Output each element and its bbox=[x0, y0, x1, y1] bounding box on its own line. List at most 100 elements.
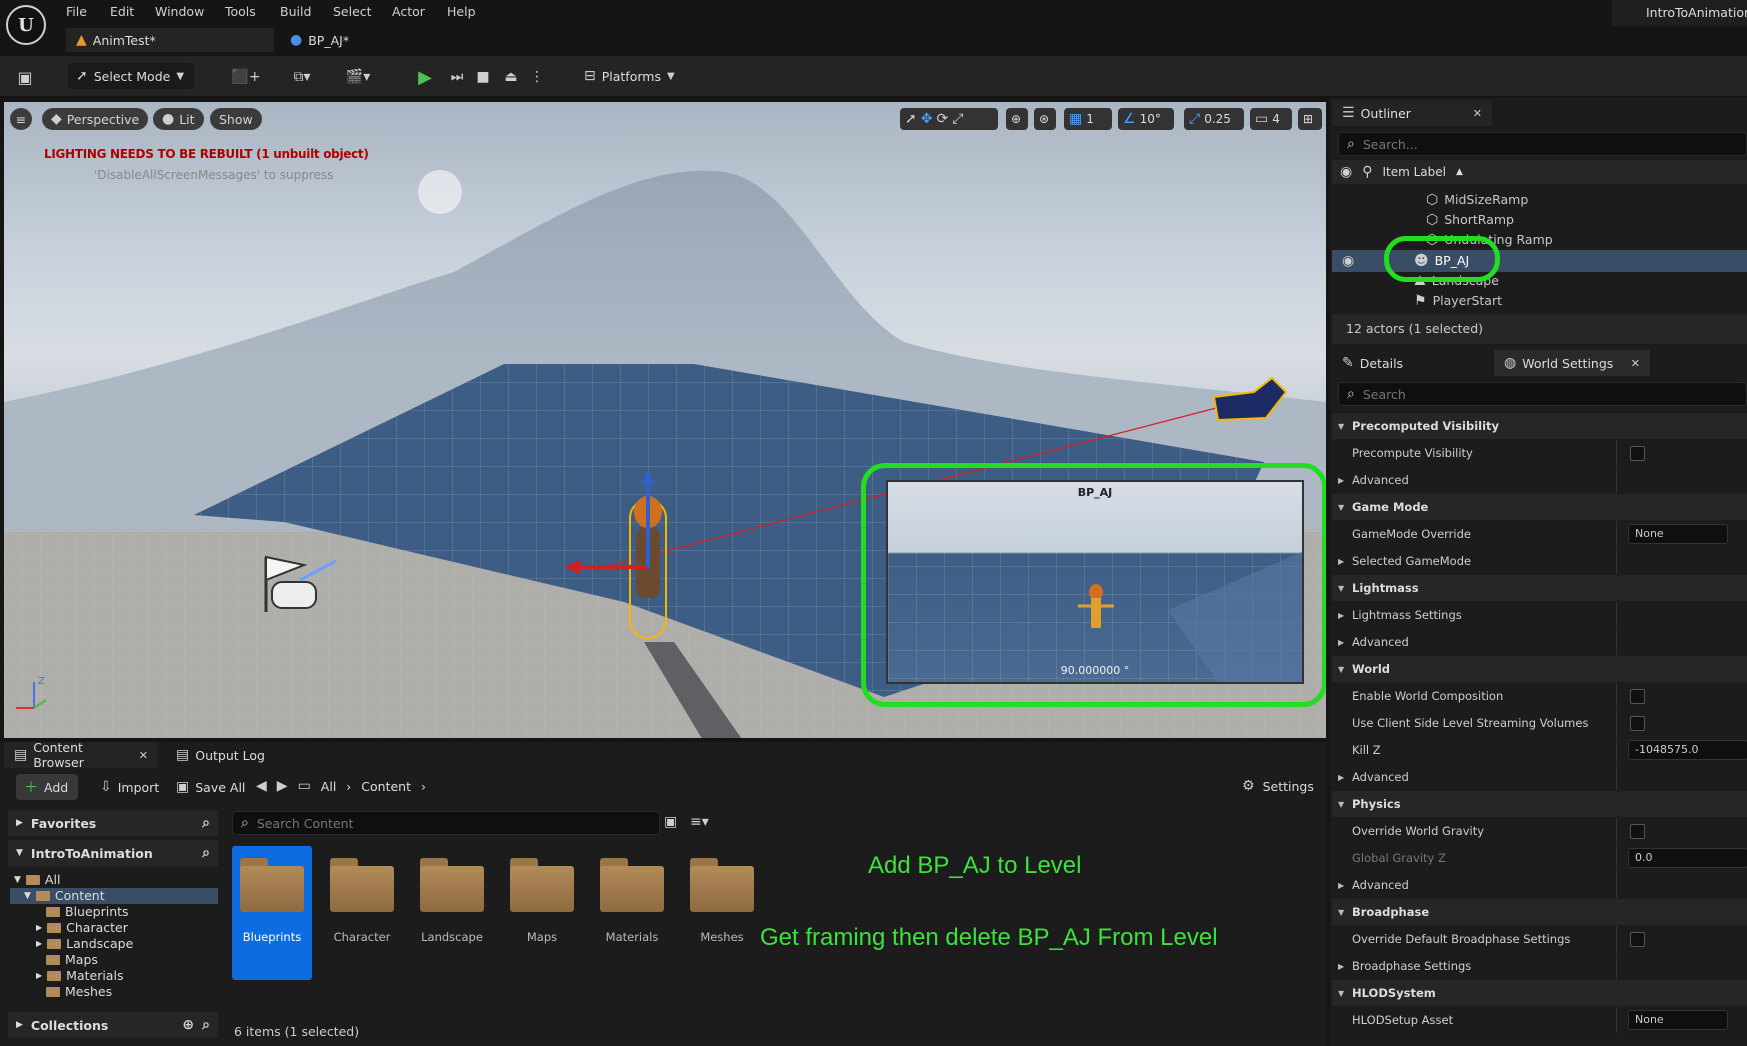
back-icon[interactable]: ◀ bbox=[256, 778, 267, 794]
collections-header[interactable]: ▶ Collections ⊕ ⌕ bbox=[8, 1012, 218, 1038]
list-item[interactable]: ⬡ MidSizeRamp bbox=[1426, 192, 1528, 208]
unreal-logo-icon[interactable]: U bbox=[6, 5, 46, 45]
tab-content-browser[interactable]: ▤ Content Browser ✕ bbox=[4, 740, 158, 770]
save-search-icon[interactable]: ▣ bbox=[664, 814, 677, 830]
tab-bp-aj[interactable]: ● BP_AJ* bbox=[280, 28, 400, 52]
menu-tools[interactable]: Tools bbox=[225, 4, 256, 19]
scale-snap[interactable]: ⤢ 0.25 bbox=[1184, 108, 1244, 130]
content-search[interactable]: ⌕ Search Content bbox=[232, 811, 660, 835]
property-value-field[interactable]: -1048575.0 bbox=[1628, 740, 1747, 760]
details-property-row[interactable]: ▶ Selected GameMode bbox=[1332, 548, 1747, 574]
menu-help[interactable]: Help bbox=[447, 4, 476, 19]
breadcrumb-content[interactable]: Content bbox=[361, 779, 411, 794]
camera-speed[interactable]: ▭ 4 bbox=[1250, 108, 1292, 130]
blueprint-menu-icon[interactable]: ⧉▾ bbox=[282, 66, 322, 88]
details-property-row[interactable]: HLODSetup Asset None bbox=[1332, 1007, 1747, 1033]
details-category[interactable]: ▼ Precomputed Visibility bbox=[1332, 413, 1747, 439]
settings-button[interactable]: ⚙ Settings bbox=[1242, 778, 1314, 794]
details-property-row[interactable]: Override Default Broadphase Settings bbox=[1332, 926, 1747, 952]
details-category[interactable]: ▼ Physics bbox=[1332, 791, 1747, 817]
details-category[interactable]: ▼ Broadphase bbox=[1332, 899, 1747, 925]
world-icon[interactable]: ⊕ bbox=[1006, 108, 1028, 130]
tree-item-all[interactable]: ▼ All bbox=[14, 872, 60, 887]
viewport-menu-icon[interactable]: ≡ bbox=[10, 108, 32, 130]
tab-animtest[interactable]: ▲ AnimTest* bbox=[66, 28, 274, 52]
tree-item-maps[interactable]: Maps bbox=[46, 952, 98, 967]
filter-icon[interactable]: ≡▾ bbox=[690, 814, 709, 830]
play-icon[interactable]: ▶ bbox=[414, 66, 436, 88]
property-checkbox[interactable] bbox=[1630, 824, 1645, 839]
details-property-row[interactable]: ▶ Advanced bbox=[1332, 467, 1747, 493]
close-icon[interactable]: ✕ bbox=[1631, 357, 1640, 370]
folder-materials[interactable] bbox=[597, 858, 667, 912]
level-viewport[interactable]: Z LIGHTING NEEDS TO BE REBUILT (1 unbuil… bbox=[4, 102, 1326, 738]
add-button[interactable]: ＋ Add bbox=[16, 774, 78, 800]
menu-file[interactable]: File bbox=[66, 4, 87, 19]
details-property-row[interactable]: Override World Gravity bbox=[1332, 818, 1747, 844]
property-checkbox[interactable] bbox=[1630, 932, 1645, 947]
forward-icon[interactable]: ▶ bbox=[277, 778, 288, 794]
details-category[interactable]: ▼ HLODSystem bbox=[1332, 980, 1747, 1006]
details-property-row[interactable]: Use Client Side Level Streaming Volumes bbox=[1332, 710, 1747, 736]
details-property-row[interactable]: Precompute Visibility bbox=[1332, 440, 1747, 466]
folder-maps[interactable] bbox=[507, 858, 577, 912]
project-header[interactable]: ▼ IntroToAnimation ⌕ bbox=[8, 840, 218, 866]
step-icon[interactable]: ⏭ bbox=[446, 66, 468, 88]
eject-icon[interactable]: ⏏ bbox=[500, 66, 522, 88]
pin-icon[interactable]: ⚲ bbox=[1362, 164, 1372, 180]
search-icon[interactable]: ⌕ bbox=[202, 815, 210, 831]
search-icon[interactable]: ⌕ bbox=[202, 1017, 210, 1033]
list-item[interactable]: ⚑ PlayerStart bbox=[1414, 293, 1502, 309]
tab-output-log[interactable]: ▤ Output Log bbox=[166, 742, 276, 768]
tab-details[interactable]: ✎ Details bbox=[1332, 350, 1492, 376]
add-actor-icon[interactable]: ⬛+ bbox=[226, 66, 266, 88]
platforms-dropdown[interactable]: ⊟ Platforms ▼ bbox=[576, 63, 680, 89]
eye-icon[interactable]: ◉ bbox=[1340, 164, 1352, 180]
perspective-button[interactable]: ◆ Perspective bbox=[42, 108, 149, 130]
tree-item-landscape[interactable]: ▶ Landscape bbox=[36, 936, 133, 951]
menu-actor[interactable]: Actor bbox=[392, 4, 425, 19]
details-property-row[interactable]: ▶ Broadphase Settings bbox=[1332, 953, 1747, 979]
tree-item-materials[interactable]: ▶ Materials bbox=[36, 968, 123, 983]
property-checkbox[interactable] bbox=[1630, 716, 1645, 731]
outliner-search[interactable]: ⌕ Search... bbox=[1338, 132, 1747, 156]
tab-world-settings[interactable]: ◍ World Settings ✕ bbox=[1494, 350, 1650, 376]
rotation-snap[interactable]: ∠ 10° bbox=[1118, 108, 1174, 130]
more-options-icon[interactable]: ⋮ bbox=[530, 66, 544, 88]
property-checkbox[interactable] bbox=[1630, 446, 1645, 461]
save-icon[interactable]: ▣ bbox=[14, 66, 36, 88]
folder-character[interactable] bbox=[327, 858, 397, 912]
property-checkbox[interactable] bbox=[1630, 689, 1645, 704]
layout-icon[interactable]: ⊞ bbox=[1298, 108, 1322, 130]
select-mode-dropdown[interactable]: ➚ Select Mode ▼ bbox=[68, 63, 194, 89]
search-icon[interactable]: ⌕ bbox=[202, 845, 210, 861]
details-property-row[interactable]: Global Gravity Z 0.0 bbox=[1332, 845, 1747, 871]
breadcrumb-all[interactable]: All bbox=[321, 779, 337, 794]
folder-blueprints[interactable] bbox=[237, 858, 307, 912]
menu-build[interactable]: Build bbox=[280, 4, 311, 19]
favorites-header[interactable]: ▶ Favorites ⌕ bbox=[8, 810, 218, 836]
tree-item-blueprints[interactable]: Blueprints bbox=[46, 904, 129, 919]
menu-window[interactable]: Window bbox=[155, 4, 204, 19]
grid-snap[interactable]: ▦ 1 bbox=[1064, 108, 1112, 130]
show-button[interactable]: Show bbox=[210, 108, 262, 130]
transform-tools[interactable]: ➚ ✥ ⟳ ⤢ bbox=[900, 108, 998, 130]
surface-snap-icon[interactable]: ⊛ bbox=[1034, 108, 1056, 130]
list-item[interactable]: ⬡ ShortRamp bbox=[1426, 212, 1514, 228]
details-category[interactable]: ▼ Game Mode bbox=[1332, 494, 1747, 520]
details-property-row[interactable]: GameMode Override None bbox=[1332, 521, 1747, 547]
tree-item-content[interactable]: ▼ Content bbox=[24, 888, 105, 903]
menu-edit[interactable]: Edit bbox=[110, 4, 134, 19]
details-property-row[interactable]: ▶ Advanced bbox=[1332, 764, 1747, 790]
details-property-row[interactable]: Kill Z -1048575.0 bbox=[1332, 737, 1747, 763]
details-property-row[interactable]: ▶ Lightmass Settings bbox=[1332, 602, 1747, 628]
eye-icon[interactable]: ◉ bbox=[1342, 253, 1354, 269]
add-collection-icon[interactable]: ⊕ bbox=[182, 1017, 194, 1033]
details-search[interactable]: ⌕ Search bbox=[1338, 382, 1747, 406]
stop-icon[interactable]: ■ bbox=[472, 66, 494, 88]
cinematics-icon[interactable]: 🎬▾ bbox=[338, 66, 378, 88]
menu-select[interactable]: Select bbox=[333, 4, 372, 19]
save-all-button[interactable]: ▣ Save All bbox=[168, 774, 258, 800]
property-dropdown[interactable]: None bbox=[1628, 524, 1728, 544]
tab-outliner[interactable]: ☰ Outliner ✕ bbox=[1332, 100, 1492, 126]
